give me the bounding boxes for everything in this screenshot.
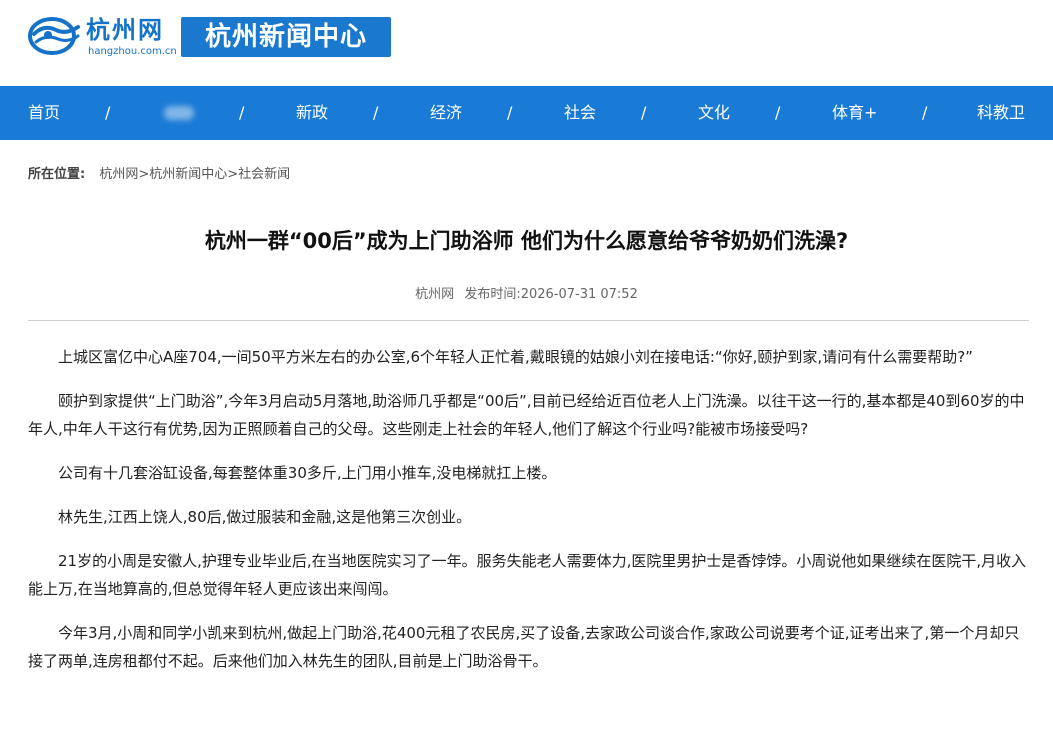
nav-separator: /: [922, 103, 928, 122]
nav-separator: /: [105, 103, 111, 122]
news-center-badge[interactable]: 杭州新闻中心: [181, 17, 391, 57]
logo-text-en: hangzhou.com.cn: [88, 46, 177, 57]
article-title: 杭州一群“00后”成为上门助浴师 他们为什么愿意给爷爷奶奶们洗澡?: [204, 229, 849, 253]
nav-item-home[interactable]: 首页: [28, 86, 60, 140]
nav-separator: /: [507, 103, 513, 122]
article-paragraph: 今年3月,小周和同学小凯来到杭州,做起上门助浴,花400元租了农民房,买了设备,…: [28, 624, 1020, 670]
nav-item-sports[interactable]: 体育+: [832, 86, 877, 140]
site-header: 杭州网 hangzhou.com.cn 杭州新闻中心: [0, 0, 1053, 86]
nav-item-society[interactable]: 社会: [564, 86, 596, 140]
breadcrumb-label: 所在位置:: [28, 167, 86, 182]
article-paragraph: 公司有十几套浴缸设备,每套整体重30多斤,上门用小推车,没电梯就扛上楼。: [58, 464, 557, 482]
main-nav: 首页 / / 新政 / 经济 / 社会 / 文化 / 体育+ / 科教卫: [0, 86, 1053, 140]
article-paragraph: 上城区富亿中心A座704,一间50平方米左右的办公室,6个年轻人正忙着,戴眼镜的…: [58, 348, 973, 366]
nav-item-culture[interactable]: 文化: [698, 86, 730, 140]
breadcrumb: 所在位置: 杭州网>杭州新闻中心>社会新闻: [28, 166, 290, 184]
article-meta: 杭州网 发布时间:2026-07-31 07:52: [0, 285, 1053, 305]
article-paragraph: 21岁的小周是安徽人,护理专业毕业后,在当地医院实习了一年。服务失能老人需要体力…: [28, 552, 1027, 598]
article-paragraph: 颐护到家提供“上门助浴”,今年3月启动5月落地,助浴师几乎都是“00后”,目前已…: [28, 392, 1025, 438]
nav-item-education-health[interactable]: 科教卫: [977, 86, 1025, 140]
breadcrumb-path[interactable]: 杭州网>杭州新闻中心>社会新闻: [99, 167, 290, 182]
nav-separator: /: [641, 103, 647, 122]
nav-item-policy[interactable]: 新政: [296, 86, 328, 140]
wave-logo-icon: [28, 17, 80, 55]
nav-item-economy[interactable]: 经济: [430, 86, 462, 140]
article-publish-time: 发布时间:2026-07-31 07:52: [464, 287, 638, 302]
nav-item-blurred[interactable]: [164, 106, 194, 120]
article-source: 杭州网: [415, 287, 455, 302]
nav-separator: /: [775, 103, 781, 122]
logo-text-cn: 杭州网: [86, 16, 164, 44]
nav-separator: /: [373, 103, 379, 122]
article-body: 上城区富亿中心A座704,一间50平方米左右的办公室,6个年轻人正忙着,戴眼镜的…: [28, 343, 1029, 691]
nav-separator: /: [239, 103, 245, 122]
title-divider: [28, 320, 1029, 321]
article-paragraph: 林先生,江西上饶人,80后,做过服装和金融,这是他第三次创业。: [58, 508, 472, 526]
site-logo[interactable]: 杭州网 hangzhou.com.cn: [28, 12, 178, 62]
